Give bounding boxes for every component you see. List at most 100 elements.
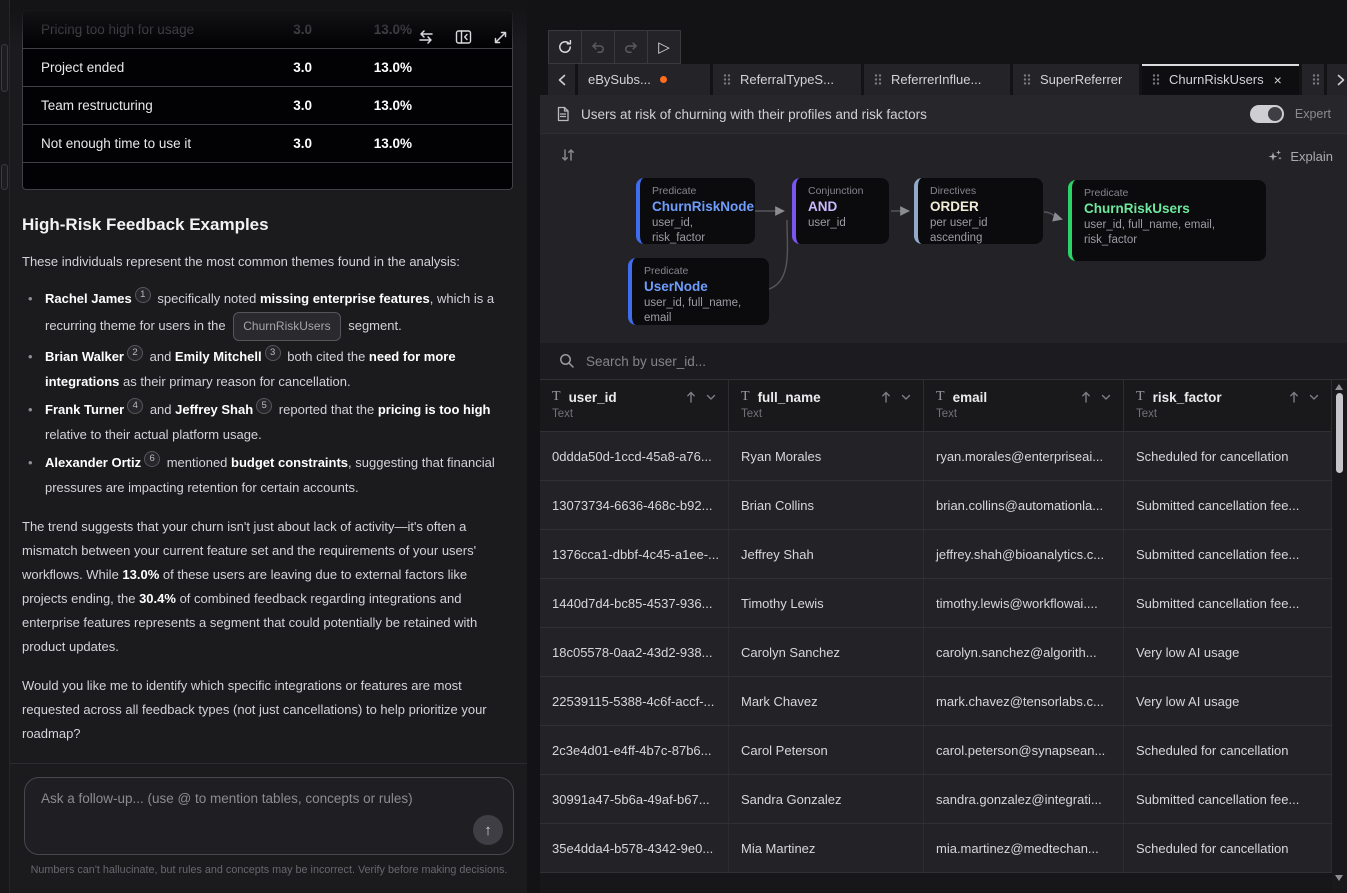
search-icon (559, 353, 575, 369)
cell-email: ryan.morales@enterpriseai... (924, 432, 1124, 480)
graph-node[interactable]: Predicate ChurnRiskUsers user_id, full_n… (1068, 180, 1266, 261)
tabs-scroll-right[interactable] (1327, 64, 1347, 95)
drag-handle-icon[interactable] (1023, 73, 1031, 86)
column-header[interactable]: T full_name Text (729, 380, 924, 431)
table-bottom-strip (540, 873, 1332, 893)
undo-button[interactable] (581, 30, 615, 64)
tab-label: ChurnRiskUsers (1169, 72, 1264, 87)
explain-button[interactable]: Explain (1267, 148, 1333, 164)
search-bar[interactable]: Search by user_id... (540, 343, 1347, 380)
column-header[interactable]: T user_id Text (540, 380, 729, 431)
cell-user-id: 1376cca1-dbbf-4c45-a1ee-... (540, 530, 729, 578)
table-row[interactable]: 1376cca1-dbbf-4c45-a1ee-... Jeffrey Shah… (540, 530, 1332, 579)
table-row[interactable]: 0ddda50d-1ccd-45a8-a76... Ryan Morales r… (540, 432, 1332, 481)
column-header[interactable]: T email Text (924, 380, 1124, 431)
redo-button[interactable] (614, 30, 648, 64)
drag-handle-icon[interactable] (723, 73, 731, 86)
node-fields: user_id, full_name, email, risk_factor (1084, 218, 1254, 248)
citation-badge[interactable]: 1 (135, 287, 151, 303)
drag-handle-icon[interactable] (874, 73, 882, 86)
citation-badge[interactable]: 5 (256, 398, 272, 414)
table-row[interactable]: 18c05578-0aa2-43d2-938... Carolyn Sanche… (540, 628, 1332, 677)
tab[interactable] (1302, 64, 1324, 95)
follow-up-input[interactable]: Ask a follow-up... (use @ to mention tab… (24, 777, 514, 855)
tab-label: ReferrerInflue... (891, 72, 981, 87)
refresh-button[interactable] (548, 30, 582, 64)
feedback-table-row[interactable] (23, 163, 512, 189)
rail-handle[interactable] (1, 44, 8, 92)
tab[interactable]: eBySubs... (578, 64, 710, 95)
collapse-panel-icon[interactable] (452, 26, 474, 48)
drag-handle-icon[interactable] (1312, 73, 1320, 86)
citation-badge[interactable]: 6 (144, 451, 160, 467)
tab[interactable]: SuperReferrer (1013, 64, 1139, 95)
table-row[interactable]: 2c3e4d01-e4ff-4b7c-87b6... Carol Peterso… (540, 726, 1332, 775)
cell-user-id: 2c3e4d01-e4ff-4b7c-87b6... (540, 726, 729, 774)
graph-node[interactable]: Predicate ChurnRiskNode user_id, risk_fa… (636, 178, 755, 244)
close-icon[interactable]: × (1274, 72, 1282, 88)
tab[interactable]: ReferralTypeS... (713, 64, 861, 95)
app-window: Pricing too high for usage 3.0 13.0% Pro… (0, 0, 1347, 893)
citation-badge[interactable]: 4 (127, 398, 143, 414)
tab[interactable]: ReferrerInflue... (864, 64, 1010, 95)
feedback-table-row[interactable]: Team restructuring 3.0 13.0% (23, 87, 512, 125)
unsaved-dot (660, 76, 667, 83)
column-menu-icon[interactable] (901, 394, 911, 401)
citation-badge[interactable]: 3 (265, 345, 281, 361)
vertical-scrollbar[interactable] (1332, 380, 1347, 893)
column-type: Text (552, 408, 720, 420)
sort-ascending-icon[interactable] (881, 391, 891, 403)
drag-handle-icon[interactable] (1152, 73, 1160, 86)
cell-user-id: 1440d7d4-bc85-4537-936... (540, 579, 729, 627)
sort-order-icon[interactable] (560, 147, 576, 163)
scroll-down-icon[interactable] (1335, 875, 1343, 881)
table-header-row: T user_id Text T full_name Text T email (540, 380, 1332, 432)
column-menu-icon[interactable] (1309, 394, 1319, 401)
run-button[interactable]: ▷ (647, 30, 681, 64)
expand-icon[interactable] (489, 26, 511, 48)
cell-email: sandra.gonzalez@integrati... (924, 775, 1124, 823)
swap-icon[interactable] (415, 26, 437, 48)
send-button[interactable]: ↑ (473, 815, 503, 845)
graph-node[interactable]: Conjunction AND user_id (792, 178, 889, 244)
table-row[interactable]: 13073734-6636-468c-b92... Brian Collins … (540, 481, 1332, 530)
feedback-table-row[interactable]: Project ended 3.0 13.0% (23, 49, 512, 87)
list-item: Alexander Ortiz6 mentioned budget constr… (22, 451, 513, 500)
expert-toggle[interactable] (1250, 105, 1284, 123)
workspace-panel: ▷ eBySubs... ReferralT (540, 0, 1347, 893)
tab-label: SuperReferrer (1040, 72, 1122, 87)
table-chip[interactable]: ChurnRiskUsers (233, 312, 340, 342)
table-row[interactable]: 30991a47-5b6a-49af-b67... Sandra Gonzale… (540, 775, 1332, 824)
section-heading: High-Risk Feedback Examples (22, 215, 513, 235)
cell-full-name: Mia Martinez (729, 824, 924, 872)
graph-node[interactable]: Predicate UserNode user_id, full_name, e… (628, 258, 769, 325)
table-row[interactable]: 35e4dda4-b578-4342-9e0... Mia Martinez m… (540, 824, 1332, 873)
column-header[interactable]: T risk_factor Text (1124, 380, 1332, 431)
analysis-paragraphs: The trend suggests that your churn isn't… (22, 515, 513, 746)
scroll-up-icon[interactable] (1335, 384, 1343, 390)
column-name: user_id (569, 390, 678, 405)
feedback-table-row[interactable]: Not enough time to use it 3.0 13.0% (23, 125, 512, 163)
sort-ascending-icon[interactable] (1081, 391, 1091, 403)
table-row[interactable]: 1440d7d4-bc85-4537-936... Timothy Lewis … (540, 579, 1332, 628)
cell-email: brian.collins@automationla... (924, 481, 1124, 529)
tab[interactable]: ChurnRiskUsers × (1142, 64, 1299, 95)
sort-ascending-icon[interactable] (686, 391, 696, 403)
sort-ascending-icon[interactable] (1289, 391, 1299, 403)
graph-node[interactable]: Directives ORDER per user_id ascending (914, 178, 1043, 244)
text-type-icon: T (936, 389, 945, 405)
cell-risk-factor: Very low AI usage (1124, 628, 1332, 676)
column-menu-icon[interactable] (1101, 394, 1111, 401)
scrollbar-thumb[interactable] (1336, 393, 1343, 473)
query-graph-canvas[interactable]: Explain Predicate ChurnRiskNode user_id,… (540, 133, 1347, 343)
citation-badge[interactable]: 2 (127, 345, 143, 361)
tab-label: ReferralTypeS... (740, 72, 834, 87)
tabs-scroll-left[interactable] (548, 64, 575, 95)
rail-handle[interactable] (1, 164, 8, 190)
table-row[interactable]: 22539115-5388-4c6f-accf-... Mark Chavez … (540, 677, 1332, 726)
column-menu-icon[interactable] (706, 394, 716, 401)
chat-scroll-area[interactable]: Pricing too high for usage 3.0 13.0% Pro… (10, 0, 527, 763)
input-placeholder: Ask a follow-up... (use @ to mention tab… (41, 791, 497, 806)
cell-full-name: Brian Collins (729, 481, 924, 529)
feedback-percent: 13.0% (312, 22, 412, 37)
